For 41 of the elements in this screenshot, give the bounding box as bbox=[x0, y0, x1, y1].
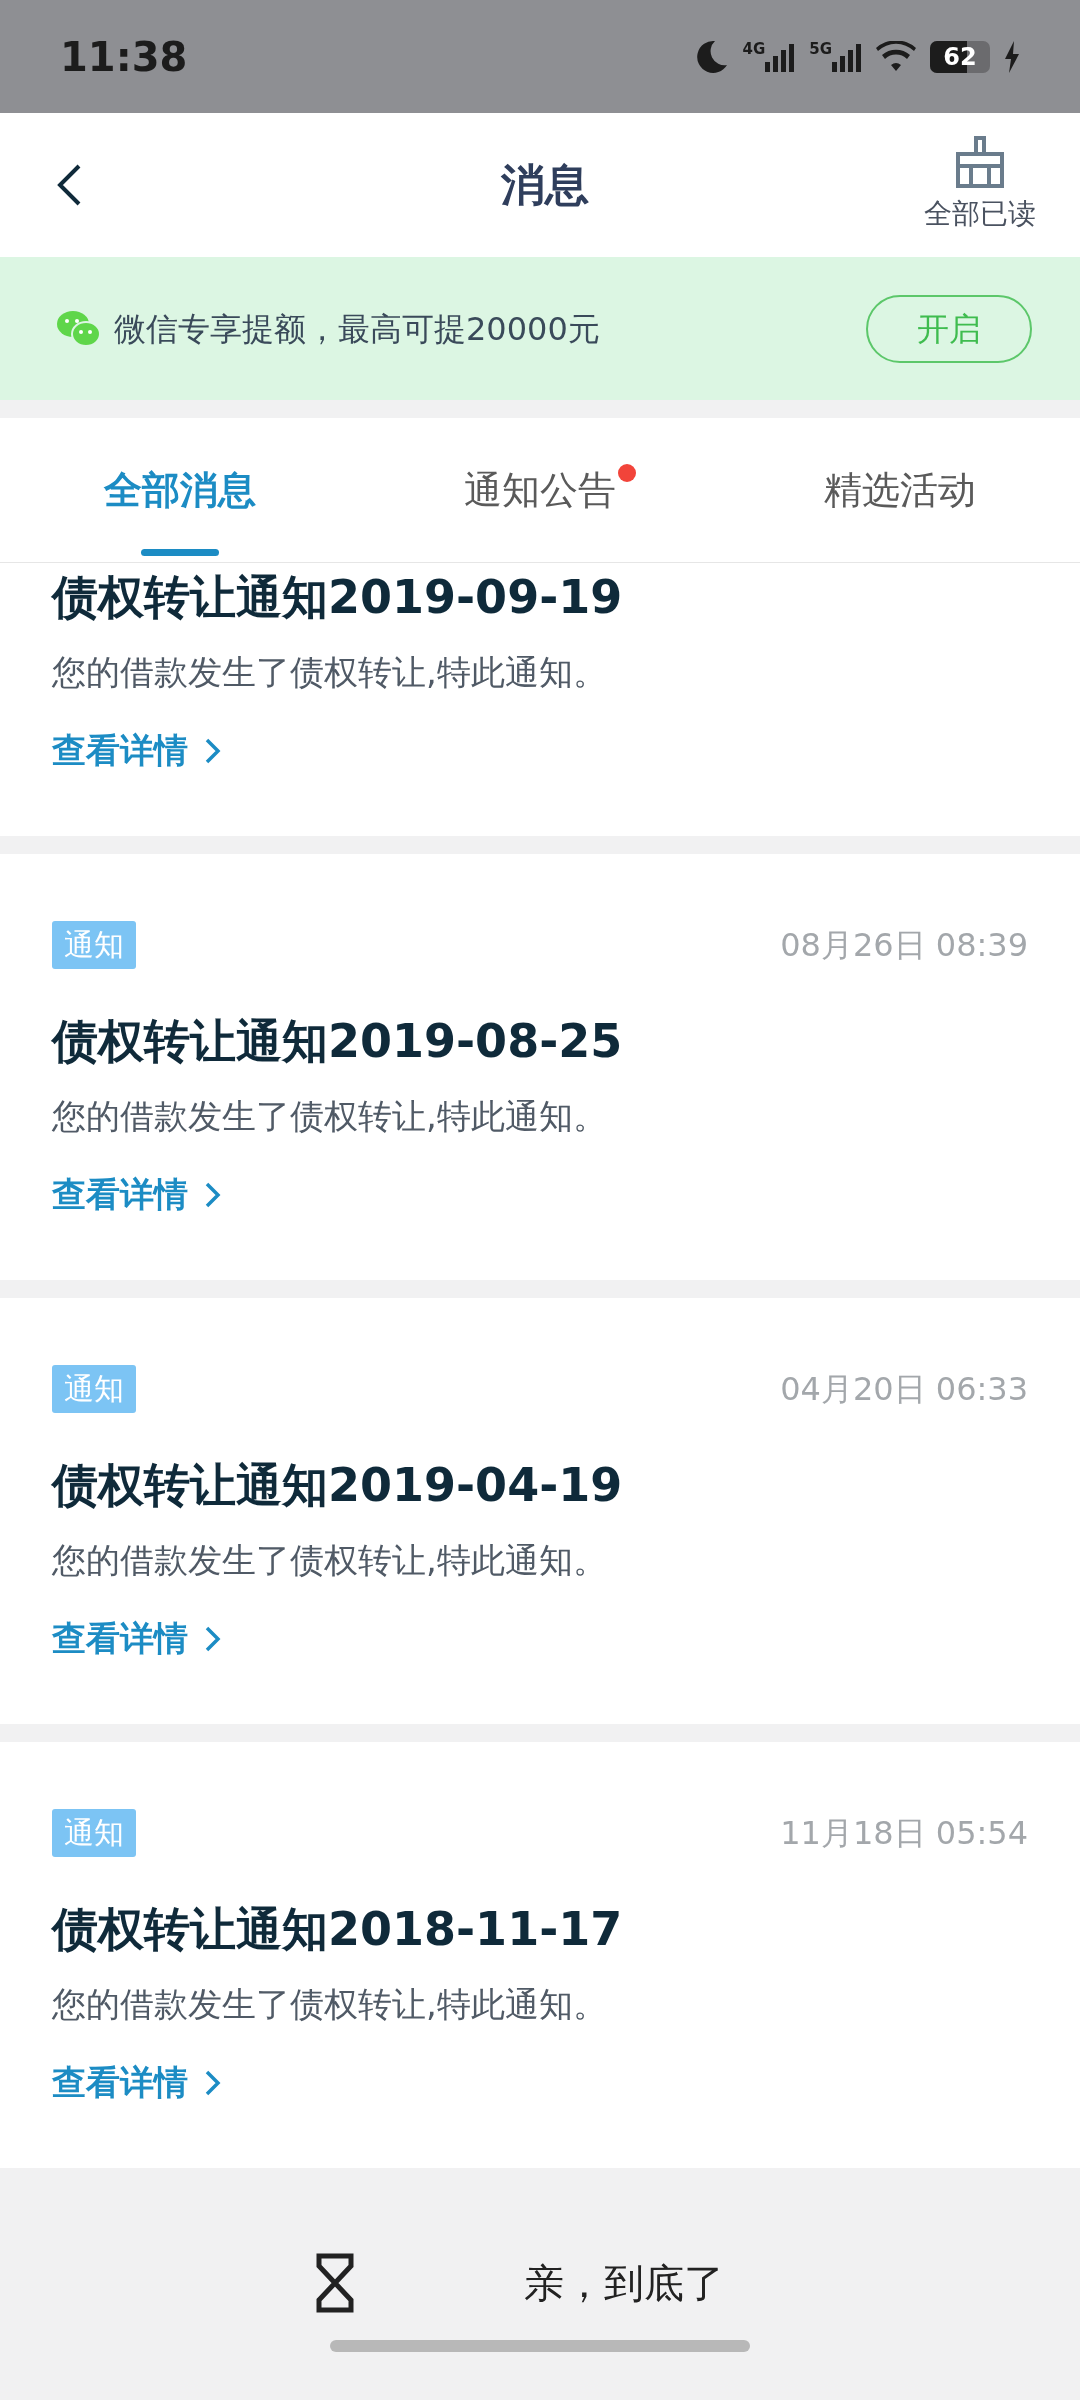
view-details-link[interactable]: 查看详情 bbox=[52, 2057, 222, 2108]
page-title: 消息 bbox=[501, 158, 589, 212]
view-details-link[interactable]: 查看详情 bbox=[52, 725, 222, 776]
tab[interactable]: 精选活动 bbox=[720, 418, 1080, 562]
notice-tag: 通知 bbox=[52, 921, 136, 969]
chevron-right-icon bbox=[204, 2068, 222, 2097]
battery-percent: 62 bbox=[943, 44, 977, 69]
message-body: 您的借款发生了债权转让,特此通知。 bbox=[52, 1539, 608, 1582]
message-body: 您的借款发生了债权转让,特此通知。 bbox=[52, 1095, 608, 1138]
message-title: 债权转让通知2019-04-19 bbox=[52, 1457, 624, 1514]
broom-icon bbox=[954, 135, 1006, 189]
promo-text: 微信专享提额，最高可提20000元 bbox=[114, 308, 600, 350]
network-label: 4G bbox=[742, 41, 766, 57]
message-title: 债权转让通知2019-08-25 bbox=[52, 1013, 624, 1070]
view-details-link[interactable]: 查看详情 bbox=[52, 1169, 222, 1220]
tab[interactable]: 全部消息 bbox=[0, 418, 360, 562]
signal-icon bbox=[832, 41, 862, 72]
end-of-list-text: 亲，到底了 bbox=[524, 2259, 724, 2308]
message-title: 债权转让通知2019-09-19 bbox=[52, 569, 624, 626]
chevron-right-icon bbox=[204, 1624, 222, 1653]
status-time: 11:38 bbox=[60, 32, 188, 82]
notice-tag: 通知 bbox=[52, 1809, 136, 1857]
notice-tag: 通知 bbox=[52, 1365, 136, 1413]
back-icon bbox=[56, 163, 82, 207]
message-title: 债权转让通知2018-11-17 bbox=[52, 1901, 624, 1958]
message-body: 您的借款发生了债权转让,特此通知。 bbox=[52, 1983, 608, 2026]
network-label: 5G bbox=[809, 41, 832, 57]
tab[interactable]: 通知公告 bbox=[360, 418, 720, 562]
message-time: 11月18日 05:54 bbox=[780, 1813, 1028, 1854]
view-details-link[interactable]: 查看详情 bbox=[52, 1613, 222, 1664]
chevron-right-icon bbox=[204, 1180, 222, 1209]
mark-all-read-button[interactable]: 全部已读 bbox=[924, 135, 1036, 235]
chevron-right-icon bbox=[204, 736, 222, 765]
message-time: 08月26日 08:39 bbox=[780, 925, 1028, 966]
wifi-icon bbox=[876, 40, 916, 73]
message-time: 04月20日 06:33 bbox=[780, 1369, 1028, 1410]
charging-icon bbox=[1004, 40, 1020, 73]
hourglass-icon bbox=[316, 2253, 354, 2313]
message-body: 您的借款发生了债权转让,特此通知。 bbox=[52, 651, 608, 694]
enable-button[interactable]: 开启 bbox=[866, 294, 1032, 363]
signal-icon bbox=[765, 41, 796, 72]
